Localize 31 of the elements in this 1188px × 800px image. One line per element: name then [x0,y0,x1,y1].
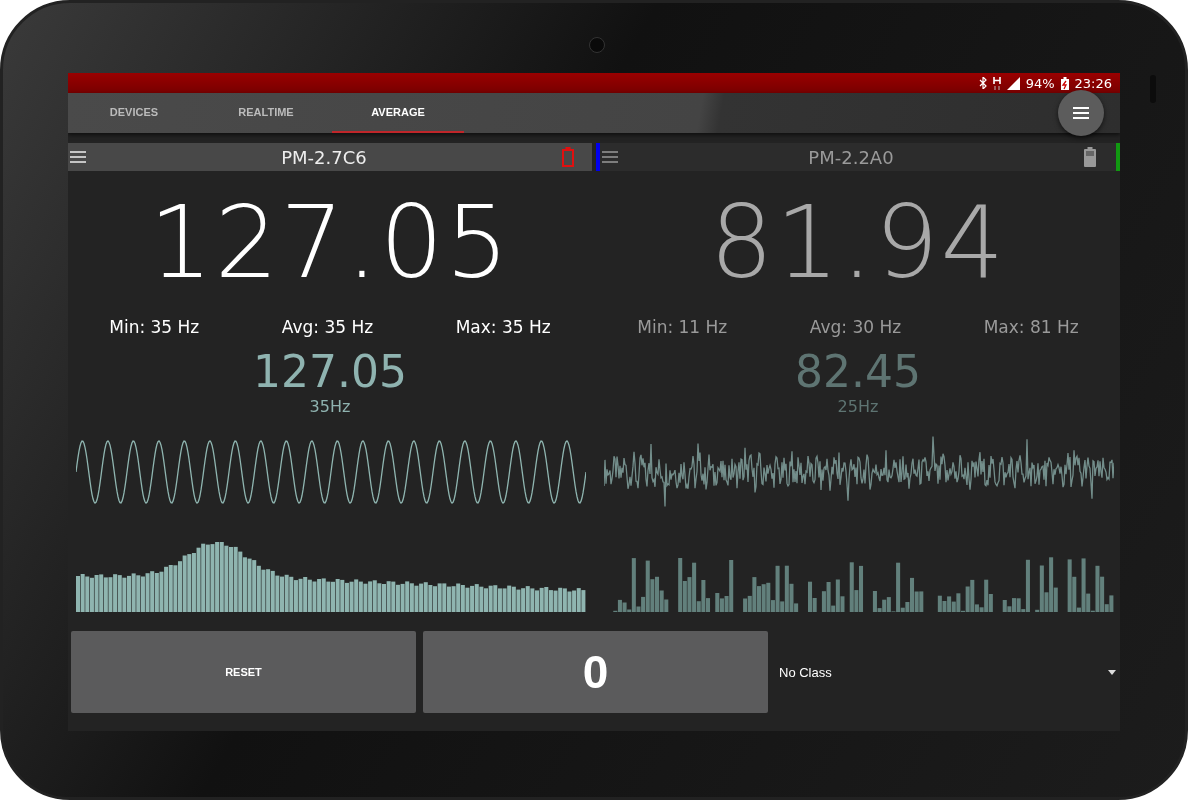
tab[interactable]: AVERAGE [332,93,464,133]
reset-button[interactable]: RESET [71,631,416,713]
stat-label: Max: 81 Hz [983,317,1079,337]
class-dropdown[interactable]: No Class [775,631,1120,713]
menu-icon[interactable] [602,151,618,163]
tab[interactable]: DEVICES [68,93,200,133]
counter-button[interactable]: 0 [423,631,768,713]
device-name: PM-2.2A0 [807,146,895,168]
stat-label: Min: 35 Hz [109,317,200,337]
tab[interactable]: REALTIME [200,93,332,133]
peak-value: 127.05 [252,347,408,397]
stat-label: Avg: 35 Hz [281,317,374,337]
clock: 23:26 [1074,75,1112,91]
stat-label: Min: 11 Hz [637,317,728,337]
network-type-icon [992,76,1001,90]
peak-value: 82.45 [794,347,922,397]
battery-percent: 94% [1025,75,1055,91]
camera-icon [589,37,605,53]
peak-frequency: 35Hz [308,397,352,416]
device-name: PM-2.7C6 [280,146,368,168]
menu-icon [1073,107,1089,119]
stat-label: Avg: 30 Hz [809,317,902,337]
reading-value: 81.94 [708,183,1008,303]
bluetooth-icon [978,77,987,89]
battery-charging-icon [1060,76,1069,90]
reading-value: 127.05 [148,183,512,303]
dropdown-caret-icon [1108,669,1116,675]
stat-label: Max: 35 Hz [455,317,551,337]
peak-frequency: 25Hz [836,397,880,416]
signal-icon [1006,76,1020,90]
menu-button[interactable] [1058,90,1104,136]
